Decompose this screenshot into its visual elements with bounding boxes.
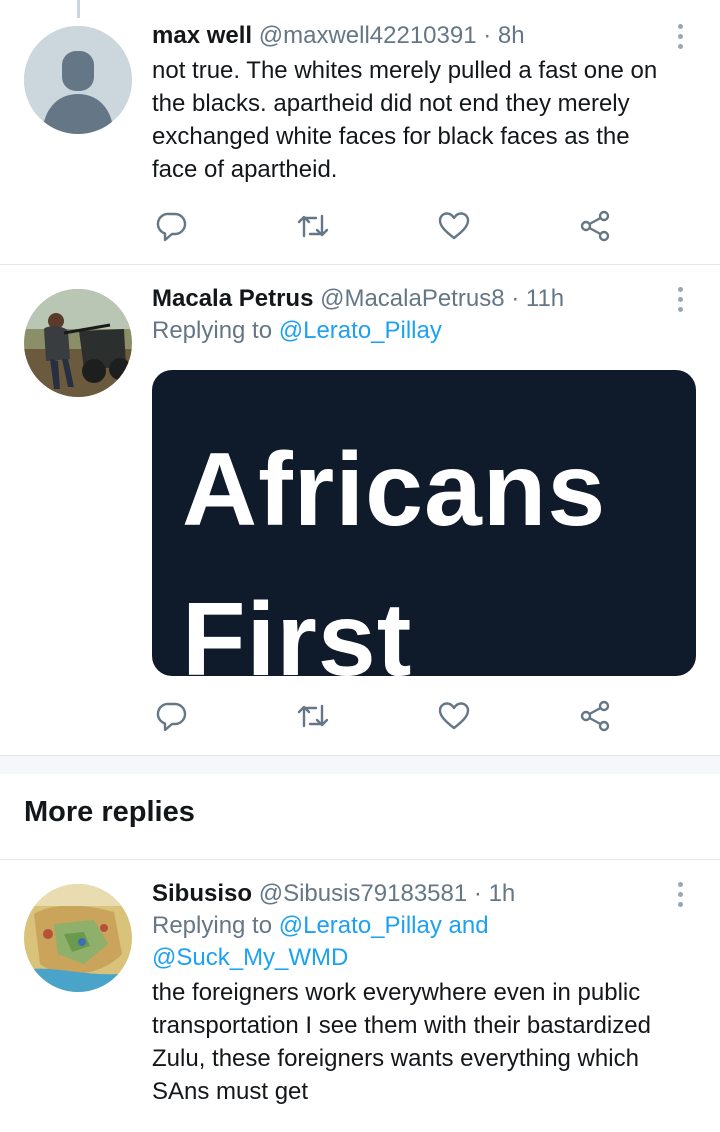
timestamp[interactable]: 8h [498,22,525,49]
username[interactable]: @MacalaPetrus8 [320,285,504,312]
like-button[interactable] [434,696,474,736]
media-text-line-1: Africans [182,432,607,548]
more-vertical-icon[interactable] [668,283,692,315]
share-button[interactable] [575,696,615,736]
separator-dot: · [483,22,492,49]
tweet-actions [152,696,622,736]
tweet-header: max well @maxwell42210391 · 8h [152,20,680,52]
separator-dot: · [473,880,482,907]
profile-photo [24,289,132,397]
replying-to: Replying to @Lerato_Pillay and @Suck_My_… [152,910,680,974]
avatar[interactable] [24,884,132,992]
retweet-icon [297,214,329,238]
share-button[interactable] [575,206,615,246]
tweet-header: Macala Petrus @MacalaPetrus8 · 11h [152,283,680,315]
tweet-media-image[interactable]: Africans First [152,370,696,676]
avatar[interactable] [24,289,132,397]
more-vertical-icon[interactable] [668,20,692,52]
reply-button[interactable] [152,696,192,736]
reply-icon [156,702,187,732]
separator-dot: · [511,285,520,312]
timestamp[interactable]: 1h [489,880,516,907]
replying-to-label: Replying to [152,912,273,939]
section-gap [0,756,720,774]
username[interactable]: @maxwell42210391 [259,22,477,49]
avatar[interactable] [24,26,132,134]
tweet-text: the foreigners work everywhere even in p… [152,979,651,1105]
more-replies-heading: More replies [24,796,195,828]
timestamp[interactable]: 11h [526,285,564,312]
reply-icon [156,212,187,242]
default-avatar-icon [24,26,132,134]
reply-button[interactable] [152,206,192,246]
username[interactable]: @Sibusis79183581 [259,880,468,907]
tweet-text: not true. The whites merely pulled a fas… [152,57,658,183]
heart-icon [438,212,470,240]
like-button[interactable] [434,206,474,246]
media-text-line-2: First [182,582,413,676]
display-name[interactable]: Sibusiso [152,880,252,907]
mention-link[interactable]: @Lerato_Pillay [279,317,442,344]
tweet-header: Sibusiso @Sibusis79183581 · 1h [152,878,680,910]
replying-to-label: Replying to [152,317,273,344]
profile-photo [24,884,132,992]
share-icon [580,210,610,242]
display-name[interactable]: max well [152,22,252,49]
retweet-button[interactable] [293,206,333,246]
tweet-actions [152,206,622,246]
retweet-button[interactable] [293,696,333,736]
share-icon [580,700,610,732]
heart-icon [438,702,470,730]
retweet-icon [297,704,329,728]
display-name[interactable]: Macala Petrus [152,285,313,312]
tweet-max-well[interactable]: max well @maxwell42210391 · 8h not true.… [0,0,720,262]
more-vertical-icon[interactable] [668,878,692,910]
replying-to: Replying to @Lerato_Pillay [152,315,680,347]
tweet-sibusiso[interactable]: Sibusiso @Sibusis79183581 · 1h Replying … [0,860,720,1132]
